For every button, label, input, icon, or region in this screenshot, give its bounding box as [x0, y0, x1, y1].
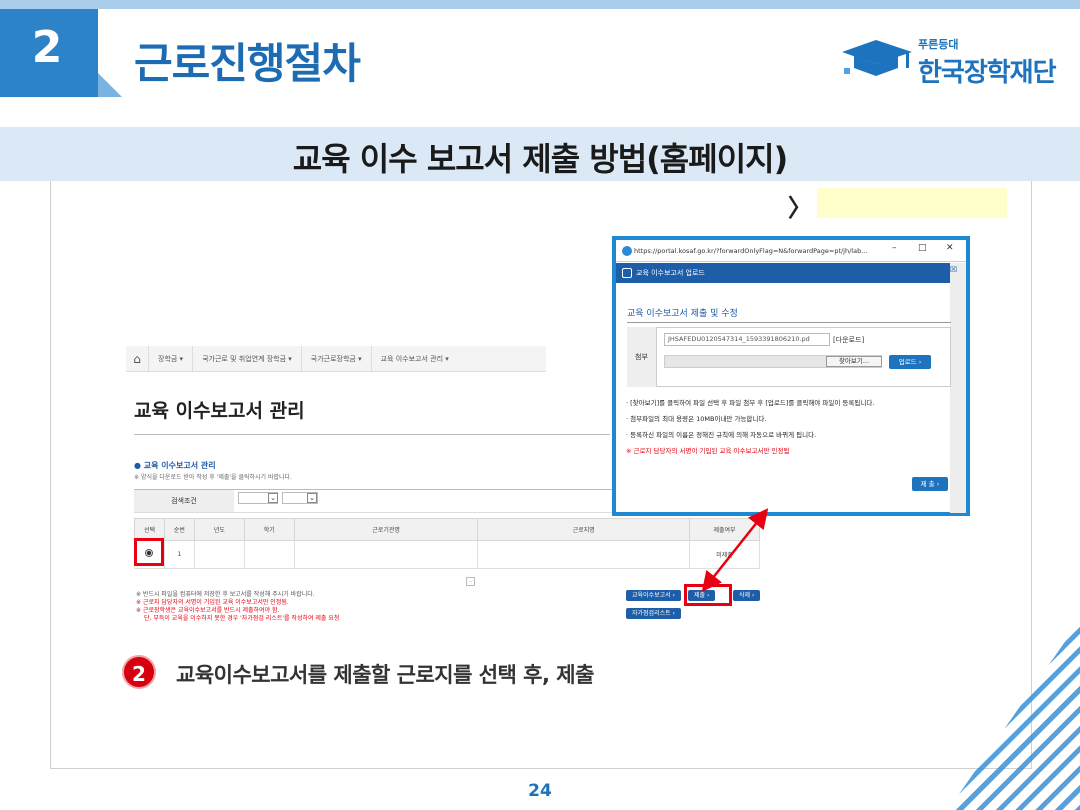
table-cell — [193, 540, 245, 569]
section-title: 근로진행절차 — [134, 39, 361, 88]
popup-header: 교육 이수보고서 업로드 — [616, 263, 960, 283]
popup-note: · [찾아보기]를 클릭하여 파일 선택 후 파일 첨부 후 [업로드]를 클릭… — [626, 399, 875, 407]
note-line: 단, 부득이 교육을 이수하지 못한 경우 '자가점검 리스트'를 작성하여 제… — [144, 615, 340, 622]
table-cell — [293, 540, 479, 569]
upload-button[interactable]: 업로드 › — [889, 355, 931, 369]
window-icon — [622, 268, 632, 278]
note-line: ※ 근로지 담당자의 서명이 기입된 교육 이수보고서만 인정됨. — [136, 599, 289, 606]
logo-tagline: 푸른등대 — [918, 38, 959, 51]
popup-scrollbar[interactable] — [950, 263, 966, 513]
popup-notes: · [찾아보기]를 클릭하여 파일 선택 후 파일 첨부 후 [업로드]를 클릭… — [626, 398, 948, 456]
popup-title: 교육 이수보고서 제출 및 수정 — [627, 309, 738, 319]
table-header-cell: 근로지명 — [477, 518, 691, 541]
divider — [134, 434, 610, 435]
nav-item[interactable]: 국가근로 및 취업연계 장학금 ▾ — [192, 345, 301, 372]
slide-subtitle: 교육 이수 보고서 제출 방법(홈페이지) — [292, 140, 788, 178]
table-cell — [243, 540, 295, 569]
chevron-down-icon[interactable]: ⌄ — [268, 493, 278, 503]
table-header-cell: 근로기관명 — [293, 518, 479, 541]
popup-note: · 첨부파일의 최대 용량은 10MB이내만 가능합니다. — [626, 415, 767, 423]
nav-item[interactable]: 교육 이수보고서 관리 ▾ — [370, 345, 458, 372]
table-cell: 1 — [163, 540, 195, 569]
home-icon[interactable]: ⌂ — [126, 352, 148, 366]
report-table: 선택 순번 년도 학기 근로기관명 근로지명 제출여부 1 미제출 — [134, 518, 760, 569]
section-instruction: ※ 양식을 다운로드 받아 작성 후 '제출'을 클릭하시기 바랍니다. — [134, 474, 292, 481]
note-line: ※ 반드시 파일을 컴퓨터에 저장한 후 보고서를 작성해 주시기 바랍니다. — [136, 591, 315, 598]
popup-warning: ※ 근로지 담당자의 서명이 기입된 교육 이수보고서만 인정됨 — [626, 447, 790, 455]
report-download-button[interactable]: 교육이수보고서 › — [626, 590, 681, 601]
nav-item[interactable]: 장학금 ▾ — [148, 345, 192, 372]
scroll-handle[interactable]: ‥ — [466, 577, 475, 586]
chevron-down-icon[interactable]: ⌄ — [307, 493, 317, 503]
checklist-button[interactable]: 자가점검리스트 › — [626, 608, 681, 619]
section-number-accent — [98, 73, 122, 97]
maximize-icon[interactable]: □ — [918, 243, 927, 253]
breadcrumb-nav: ⌂ 장학금 ▾ 국가근로 및 취업연계 장학금 ▾ 국가근로장학금 ▾ 교육 이… — [126, 345, 546, 372]
table-header: 선택 순번 년도 학기 근로기관명 근로지명 제출여부 — [134, 518, 760, 541]
table-header-cell: 제출여부 — [689, 518, 760, 541]
download-link[interactable]: [다운로드] — [833, 335, 864, 345]
submit-highlight-box — [684, 584, 732, 606]
site-notes: ※ 반드시 파일을 컴퓨터에 저장한 후 보고서를 작성해 주시기 바랍니다. … — [136, 591, 339, 623]
table-row[interactable]: 1 미제출 — [134, 540, 760, 569]
popup-note: · 등록하신 파일의 이름은 정해진 규칙에 의해 자동으로 바뀌게 됩니다. — [626, 431, 817, 439]
divider — [627, 322, 951, 323]
hint-chevron: 〉 — [788, 194, 812, 222]
page-number: 24 — [528, 781, 552, 801]
attach-label: 첨부 — [627, 327, 657, 387]
popup-url-bar: https://portal.kosaf.go.kr/?forwardOnlyF… — [616, 240, 966, 262]
hint-highlight-box — [817, 188, 1007, 218]
page-title: 교육 이수보고서 관리 — [134, 400, 305, 422]
step-caption: 교육이수보고서를 제출할 근로지를 선택 후, 제출 — [176, 663, 594, 687]
section-number: 2 — [31, 22, 63, 73]
popup-submit-button[interactable]: 제 출 › — [912, 477, 948, 491]
minimize-icon[interactable]: – — [892, 243, 897, 253]
attached-file-name: JHSAFEDU0120547314_1593391806210.pd — [664, 333, 830, 346]
table-cell — [477, 540, 691, 569]
logo-name: 한국장학재단 — [918, 58, 1057, 88]
close-icon[interactable]: ✕ — [946, 243, 954, 253]
graduation-cap-icon — [842, 40, 912, 76]
top-band — [0, 0, 1080, 9]
browse-button[interactable]: 찾아보기... — [826, 356, 882, 367]
nav-item[interactable]: 국가근로장학금 ▾ — [300, 345, 371, 372]
section-heading: ● 교육 이수보고서 관리 — [134, 461, 216, 470]
table-header-cell: 순번 — [163, 518, 195, 541]
browser-icon — [622, 246, 632, 256]
step-number-badge: 2 — [122, 655, 156, 689]
table-header-cell: 년도 — [193, 518, 245, 541]
table-header-cell: 학기 — [243, 518, 295, 541]
popup-close-icon[interactable]: ☒ — [950, 265, 957, 274]
radio-highlight-box — [134, 538, 164, 566]
search-label: 검색조건 — [134, 490, 234, 512]
table-cell-status: 미제출 — [689, 540, 760, 569]
delete-button[interactable]: 삭제 › — [733, 590, 761, 601]
note-line: ※ 근로장학생은 교육이수보고서를 반드시 제출하여야 함. — [136, 607, 280, 614]
